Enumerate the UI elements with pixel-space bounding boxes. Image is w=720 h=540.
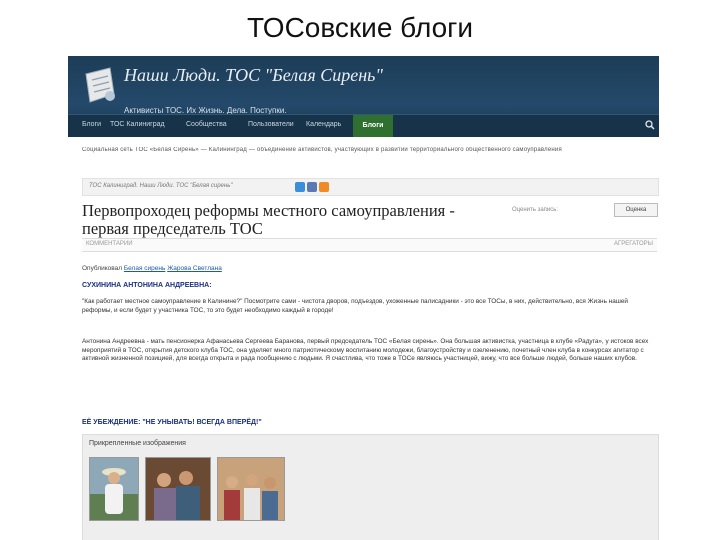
- nav-active-blogs[interactable]: Блоги: [353, 115, 393, 137]
- nav-communities[interactable]: Сообщества: [186, 121, 227, 128]
- post-paragraph-1: "Как работает местное самоуправление в К…: [82, 298, 629, 314]
- comments-bar: КОММЕНТАРИИ АГРЕГАТОРЫ: [82, 238, 657, 252]
- photo-thumbnail-3[interactable]: [217, 457, 285, 521]
- share-twitter-icon[interactable]: [295, 182, 305, 192]
- nav-users[interactable]: Пользователи: [248, 121, 294, 128]
- post-paragraph-2: Антонина Андреевна - мать пенсионерка Аф…: [82, 338, 649, 362]
- slide-title: ТОСовские блоги: [246, 12, 474, 43]
- main-navbar: Блоги ТОС Калиниград Сообщества Пользова…: [68, 114, 659, 137]
- author-prefix: Опубликовал: [82, 265, 123, 272]
- site-title[interactable]: Наши Люди. ТОС "Белая Сирень": [124, 66, 384, 85]
- site-header: Наши Люди. ТОС "Белая Сирень" Активисты …: [68, 56, 659, 137]
- post-title: Первопроходец реформы местного самоуправ…: [82, 201, 455, 238]
- nav-blogs[interactable]: Блоги: [82, 121, 101, 128]
- nav-tos-kaliningrad[interactable]: ТОС Калиниград: [110, 121, 165, 128]
- nav-calendar[interactable]: Календарь: [306, 121, 341, 128]
- post-subject-name: СУХИНИНА АНТОНИНА АНДРЕЕВНА:: [82, 282, 212, 289]
- comments-link[interactable]: КОММЕНТАРИИ: [86, 241, 133, 247]
- blog-screenshot: Наши Люди. ТОС "Белая Сирень" Активисты …: [68, 56, 659, 540]
- photo-thumbnail-2[interactable]: [145, 457, 211, 521]
- share-facebook-icon[interactable]: [307, 182, 317, 192]
- attached-images-label: Прикрепленные изображения: [89, 440, 186, 447]
- attached-images: Прикрепленные изображения: [82, 434, 659, 540]
- author-link-user[interactable]: Жарова Светлана: [167, 265, 222, 272]
- site-notice: Социальная сеть ТОС «Белая Сирень» — Кал…: [82, 147, 562, 153]
- rating-dropdown[interactable]: Оценка: [614, 203, 658, 217]
- post-motto: ЕЁ УБЕЖДЕНИЕ: "НЕ УНЫВАТЬ! ВСЕГДА ВПЕРЁД…: [82, 419, 262, 426]
- rss-icon[interactable]: [319, 182, 329, 192]
- breadcrumb: ТОС Калиниград. Наши Люди. ТОС "Белая си…: [82, 178, 659, 196]
- search-icon[interactable]: [645, 120, 655, 130]
- rating-label: Оценить запись:: [512, 207, 559, 213]
- author-line: Опубликовал Белая сирень Жарова Светлана: [82, 265, 222, 272]
- breadcrumb-text[interactable]: ТОС Калиниград. Наши Люди. ТОС "Белая си…: [89, 183, 232, 189]
- aggregators-link[interactable]: АГРЕГАТОРЫ: [614, 241, 653, 247]
- lilac-logo-icon: [85, 67, 115, 103]
- author-link-community[interactable]: Белая сирень: [124, 265, 166, 272]
- photo-thumbnail-1[interactable]: [89, 457, 139, 521]
